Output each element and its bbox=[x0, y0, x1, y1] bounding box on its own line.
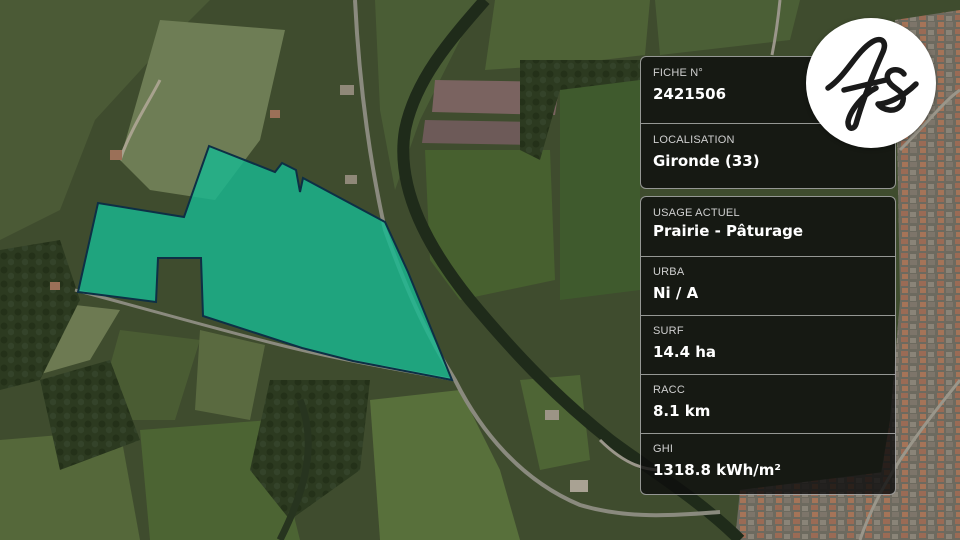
building bbox=[340, 85, 354, 95]
surf-value: 14.4 ha bbox=[653, 343, 717, 361]
urba-row: URBA Ni / A bbox=[641, 256, 895, 315]
usage-label: USAGE ACTUEL bbox=[653, 207, 740, 219]
ghi-row: GHI 1318.8 kWh/m² bbox=[641, 433, 895, 494]
building bbox=[570, 480, 588, 492]
racc-label: RACC bbox=[653, 384, 685, 396]
building bbox=[50, 282, 60, 290]
surf-label: SURF bbox=[653, 325, 684, 337]
details-card: USAGE ACTUEL Prairie - Pâturage URBA Ni … bbox=[640, 196, 896, 495]
building bbox=[545, 410, 559, 420]
ghi-label: GHI bbox=[653, 443, 674, 455]
localisation-value: Gironde (33) bbox=[653, 152, 760, 170]
field bbox=[425, 150, 555, 300]
fs-monogram-logo bbox=[806, 18, 936, 148]
ghi-value: 1318.8 kWh/m² bbox=[653, 461, 781, 479]
surf-row: SURF 14.4 ha bbox=[641, 315, 895, 374]
building bbox=[270, 110, 280, 118]
building bbox=[110, 150, 122, 160]
urba-value: Ni / A bbox=[653, 284, 699, 302]
urba-label: URBA bbox=[653, 266, 685, 278]
racc-row: RACC 8.1 km bbox=[641, 374, 895, 433]
racc-value: 8.1 km bbox=[653, 402, 711, 420]
usage-row: USAGE ACTUEL Prairie - Pâturage bbox=[641, 197, 895, 256]
usage-value: Prairie - Pâturage bbox=[653, 222, 804, 240]
building bbox=[345, 175, 357, 184]
fs-logo-icon bbox=[825, 36, 919, 131]
field bbox=[560, 70, 640, 300]
